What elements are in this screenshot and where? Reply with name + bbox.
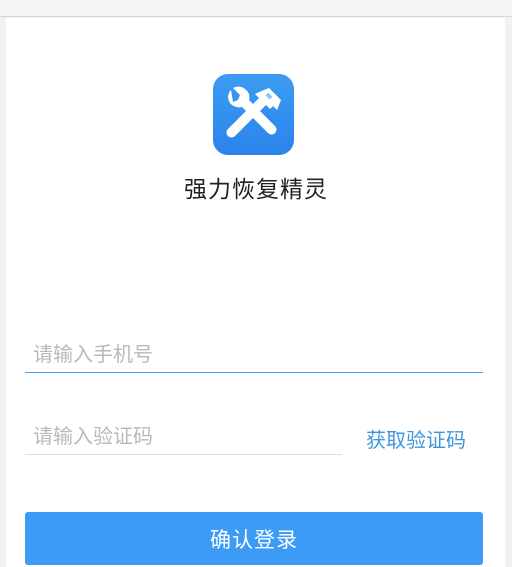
app-name: 强力恢复精灵 <box>184 177 328 203</box>
phone-input[interactable] <box>25 335 483 372</box>
top-bar <box>0 0 512 17</box>
verification-code-input[interactable] <box>25 417 342 454</box>
wrench-hammer-icon <box>226 86 281 137</box>
code-field-container <box>25 417 342 455</box>
phone-field-container <box>25 335 483 373</box>
confirm-login-button[interactable]: 确认登录 <box>25 512 483 565</box>
get-code-button[interactable]: 获取验证码 <box>360 424 472 453</box>
app-logo <box>213 74 294 155</box>
